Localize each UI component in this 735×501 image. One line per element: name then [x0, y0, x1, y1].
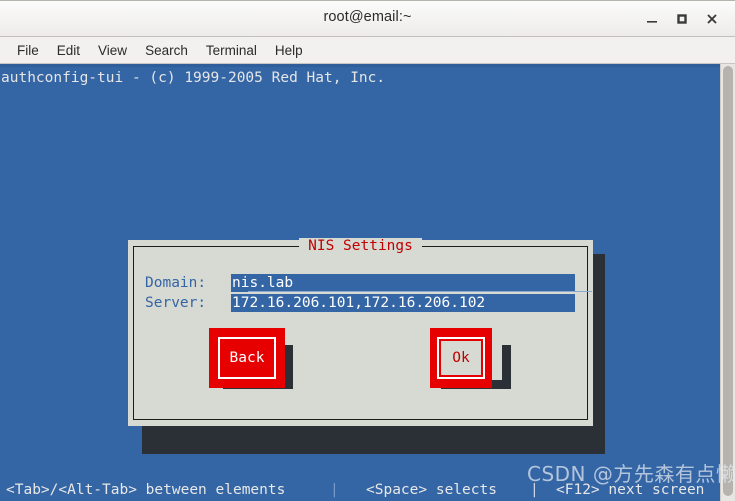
ok-button-highlight-annotation: Ok [430, 328, 492, 388]
maximize-icon[interactable] [667, 6, 697, 32]
dialog-border [133, 246, 588, 420]
titlebar-top-edge [0, 0, 735, 1]
menu-item-view[interactable]: View [89, 41, 136, 60]
domain-input-underline [248, 291, 592, 292]
status-hint-tab: <Tab>/<Alt-Tab> between elements [6, 482, 286, 498]
terminal-window: root@email:~ File Edit View Search Termi… [0, 0, 735, 501]
menu-bar: File Edit View Search Terminal Help [0, 37, 735, 64]
server-field-row: Server: 172.16.206.101,172.16.206.102 [145, 294, 575, 312]
menu-item-file[interactable]: File [8, 41, 48, 60]
domain-label: Domain: [145, 275, 207, 291]
dialog-title: NIS Settings [128, 238, 593, 254]
terminal-screen[interactable]: authconfig-tui - (c) 1999-2005 Red Hat, … [0, 64, 720, 501]
menu-item-search[interactable]: Search [136, 41, 197, 60]
server-label: Server: [145, 295, 207, 311]
domain-input[interactable]: nis.lab [231, 274, 575, 292]
terminal-top-edge [0, 64, 720, 67]
status-hint-space: <Space> selects [366, 482, 497, 498]
dialog-title-text: NIS Settings [299, 238, 422, 254]
minimize-icon[interactable] [637, 6, 667, 32]
server-input[interactable]: 172.16.206.101,172.16.206.102 [231, 294, 575, 312]
menu-item-help[interactable]: Help [266, 41, 312, 60]
window-controls [637, 0, 727, 37]
status-separator-one: | [330, 482, 339, 498]
scrollbar-thumb[interactable] [723, 66, 733, 496]
menu-item-terminal[interactable]: Terminal [197, 41, 266, 60]
csdn-watermark: CSDN @方先森有点懒 [527, 462, 735, 486]
ok-button-label: Ok [441, 341, 481, 375]
close-icon[interactable] [697, 6, 727, 32]
authconfig-banner: authconfig-tui - (c) 1999-2005 Red Hat, … [1, 70, 386, 86]
window-titlebar[interactable]: root@email:~ [0, 0, 735, 37]
back-button-highlight-annotation: Back [209, 328, 285, 388]
domain-field-row: Domain: nis.lab [145, 274, 592, 292]
back-button-label: Back [229, 350, 265, 366]
terminal-scrollbar[interactable] [720, 64, 735, 501]
window-title: root@email:~ [323, 9, 412, 25]
nis-settings-dialog: NIS Settings Domain: nis.lab Server: 172… [128, 238, 593, 426]
menu-item-edit[interactable]: Edit [48, 41, 89, 60]
